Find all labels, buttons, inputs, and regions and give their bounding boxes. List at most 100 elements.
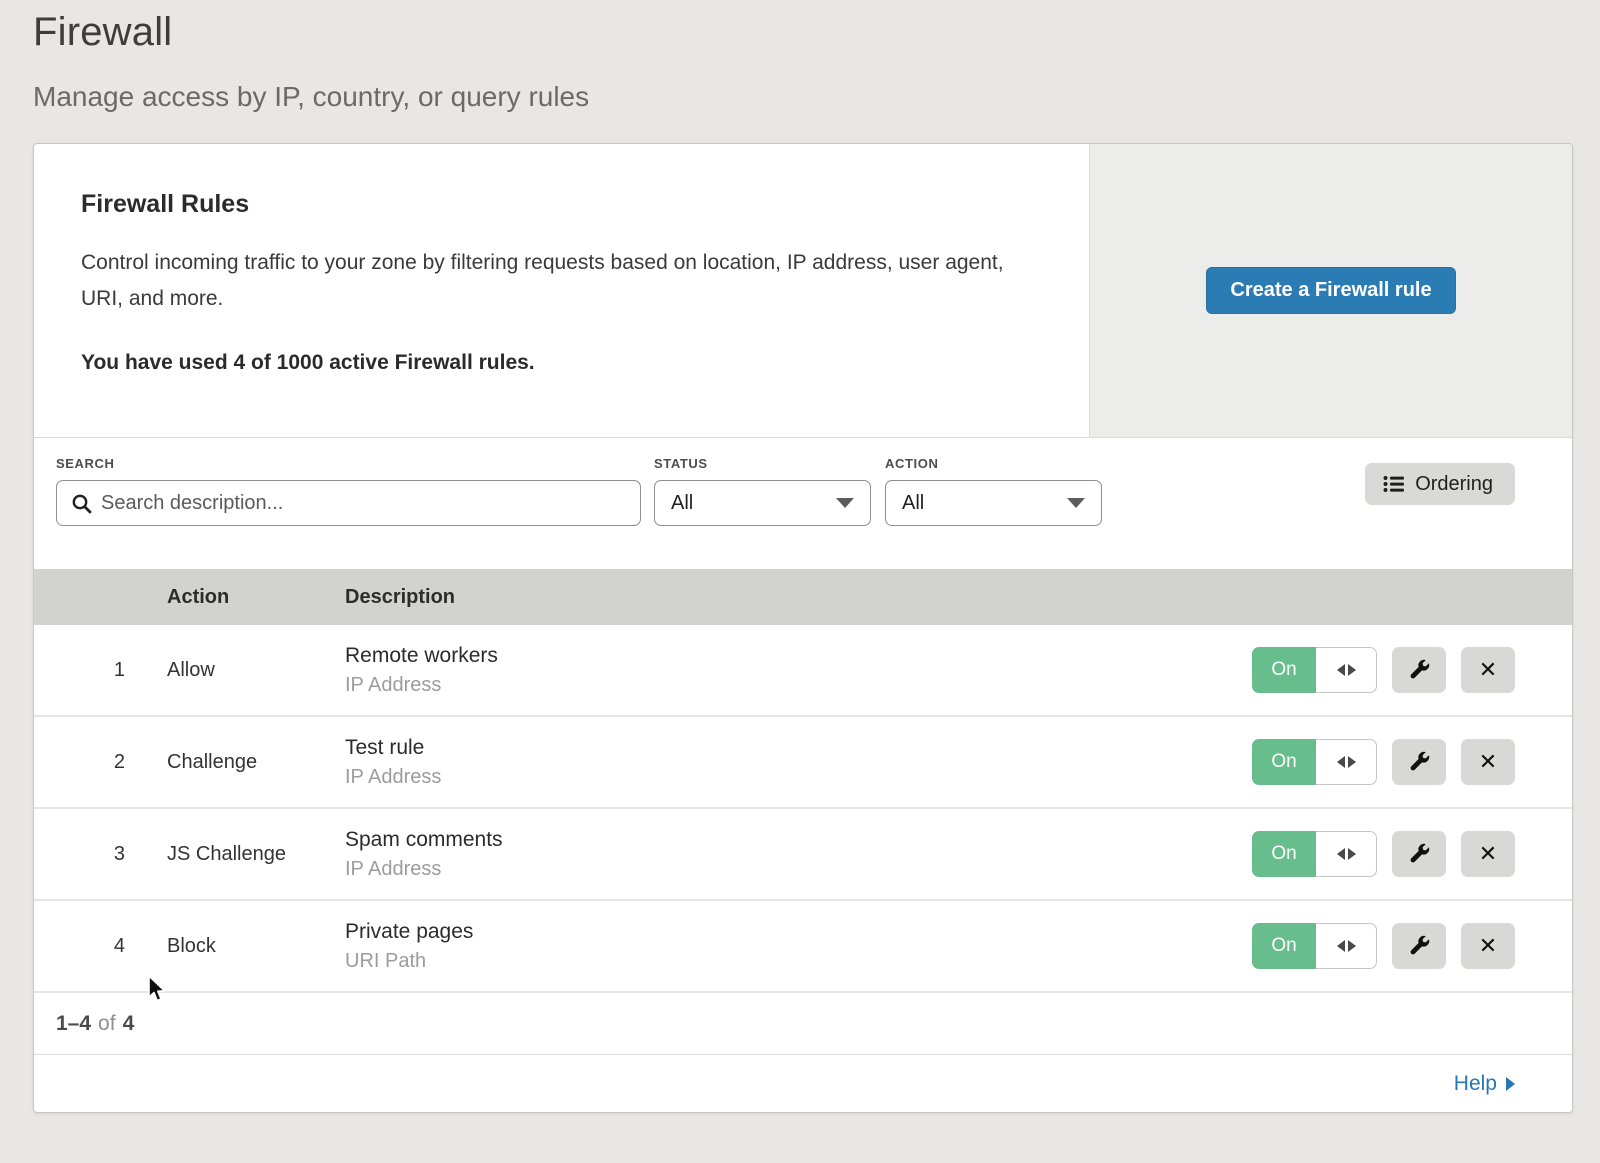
page-title: Firewall [33,10,1600,55]
rule-enabled-toggle[interactable]: On [1252,647,1377,693]
wrench-icon [1407,842,1431,866]
edit-rule-button[interactable] [1392,647,1446,693]
toggle-on-segment[interactable]: On [1252,739,1316,785]
table-row: 3 JS Challenge Spam comments IP Address … [34,809,1572,901]
rule-enabled-toggle[interactable]: On [1252,923,1377,969]
rule-description: Remote workers [345,644,1252,668]
toggle-on-segment[interactable]: On [1252,831,1316,877]
section-description: Control incoming traffic to your zone by… [81,245,1029,317]
arrow-right-icon [1348,756,1356,768]
search-label: SEARCH [56,456,641,471]
rule-priority: 4 [34,935,167,958]
section-heading: Firewall Rules [81,190,1029,219]
list-icon [1383,474,1405,494]
action-select[interactable]: All [885,480,1102,526]
close-icon: ✕ [1479,659,1497,681]
toggle-handle-segment[interactable] [1316,923,1377,969]
ordering-button-label: Ordering [1415,473,1493,496]
search-filter-group: SEARCH [56,456,641,526]
search-input[interactable] [57,481,640,525]
delete-rule-button[interactable]: ✕ [1461,739,1515,785]
status-select[interactable]: All [654,480,871,526]
rule-action: Block [167,935,345,958]
delete-rule-button[interactable]: ✕ [1461,831,1515,877]
help-link[interactable]: Help [1454,1072,1515,1096]
delete-rule-button[interactable]: ✕ [1461,923,1515,969]
pagination-of: of [98,1012,116,1036]
toggle-handle-segment[interactable] [1316,647,1377,693]
rule-priority: 1 [34,659,167,682]
help-bar: Help [34,1055,1572,1112]
arrow-right-icon [1348,664,1356,676]
toggle-on-segment[interactable]: On [1252,647,1316,693]
action-selected-value: All [902,492,924,515]
rule-controls: On ✕ [1252,739,1572,785]
chevron-down-icon [836,498,854,508]
rule-description: Spam comments [345,828,1252,852]
table-body: 1 Allow Remote workers IP Address On [34,625,1572,993]
page-header: Firewall Manage access by IP, country, o… [0,0,1600,113]
toggle-handle-segment[interactable] [1316,739,1377,785]
rule-description-cell: Test rule IP Address [345,736,1252,789]
arrow-left-icon [1337,756,1345,768]
intro-section: Firewall Rules Control incoming traffic … [34,144,1572,438]
edit-rule-button[interactable] [1392,831,1446,877]
intro-text-block: Firewall Rules Control incoming traffic … [34,144,1089,437]
delete-rule-button[interactable]: ✕ [1461,647,1515,693]
rule-description: Private pages [345,920,1252,944]
pagination-range: 1–4 [56,1012,91,1036]
table-row: 4 Block Private pages URI Path On [34,901,1572,993]
close-icon: ✕ [1479,935,1497,957]
table-header-row: Action Description [34,569,1572,625]
rule-match-type: IP Address [345,766,1252,789]
rule-enabled-toggle[interactable]: On [1252,831,1377,877]
chevron-down-icon [1067,498,1085,508]
rule-description-cell: Remote workers IP Address [345,644,1252,697]
toggle-handle-segment[interactable] [1316,831,1377,877]
rule-match-type: IP Address [345,858,1252,881]
rule-description-cell: Spam comments IP Address [345,828,1252,881]
rule-action: Challenge [167,751,345,774]
arrow-left-icon [1337,940,1345,952]
rule-match-type: URI Path [345,950,1252,973]
create-rule-panel: Create a Firewall rule [1089,144,1572,437]
close-icon: ✕ [1479,843,1497,865]
action-label: ACTION [885,456,1102,471]
arrow-right-icon [1506,1077,1515,1091]
wrench-icon [1407,658,1431,682]
table-row: 1 Allow Remote workers IP Address On [34,625,1572,717]
wrench-icon [1407,934,1431,958]
table-row: 2 Challenge Test rule IP Address On [34,717,1572,809]
pagination-bar: 1–4 of 4 [34,993,1572,1055]
ordering-button[interactable]: Ordering [1365,463,1515,505]
rule-controls: On ✕ [1252,831,1572,877]
arrow-right-icon [1348,940,1356,952]
firewall-rules-card: Firewall Rules Control incoming traffic … [33,143,1573,1113]
rule-enabled-toggle[interactable]: On [1252,739,1377,785]
rule-action: JS Challenge [167,843,345,866]
description-column-header: Description [345,586,1252,609]
rule-controls: On ✕ [1252,923,1572,969]
wrench-icon [1407,750,1431,774]
usage-summary: You have used 4 of 1000 active Firewall … [81,351,1029,375]
rule-priority: 2 [34,751,167,774]
arrow-left-icon [1337,664,1345,676]
rule-action: Allow [167,659,345,682]
status-label: STATUS [654,456,871,471]
rule-description: Test rule [345,736,1252,760]
toggle-on-segment[interactable]: On [1252,923,1316,969]
edit-rule-button[interactable] [1392,739,1446,785]
status-filter-group: STATUS All [654,456,871,526]
help-link-label: Help [1454,1072,1497,1096]
close-icon: ✕ [1479,751,1497,773]
page-subtitle: Manage access by IP, country, or query r… [33,81,1600,113]
create-firewall-rule-button[interactable]: Create a Firewall rule [1206,267,1455,314]
edit-rule-button[interactable] [1392,923,1446,969]
search-icon [71,493,93,515]
rule-priority: 3 [34,843,167,866]
rule-controls: On ✕ [1252,647,1572,693]
rule-description-cell: Private pages URI Path [345,920,1252,973]
arrow-right-icon [1348,848,1356,860]
action-filter-group: ACTION All [885,456,1102,526]
rule-match-type: IP Address [345,674,1252,697]
